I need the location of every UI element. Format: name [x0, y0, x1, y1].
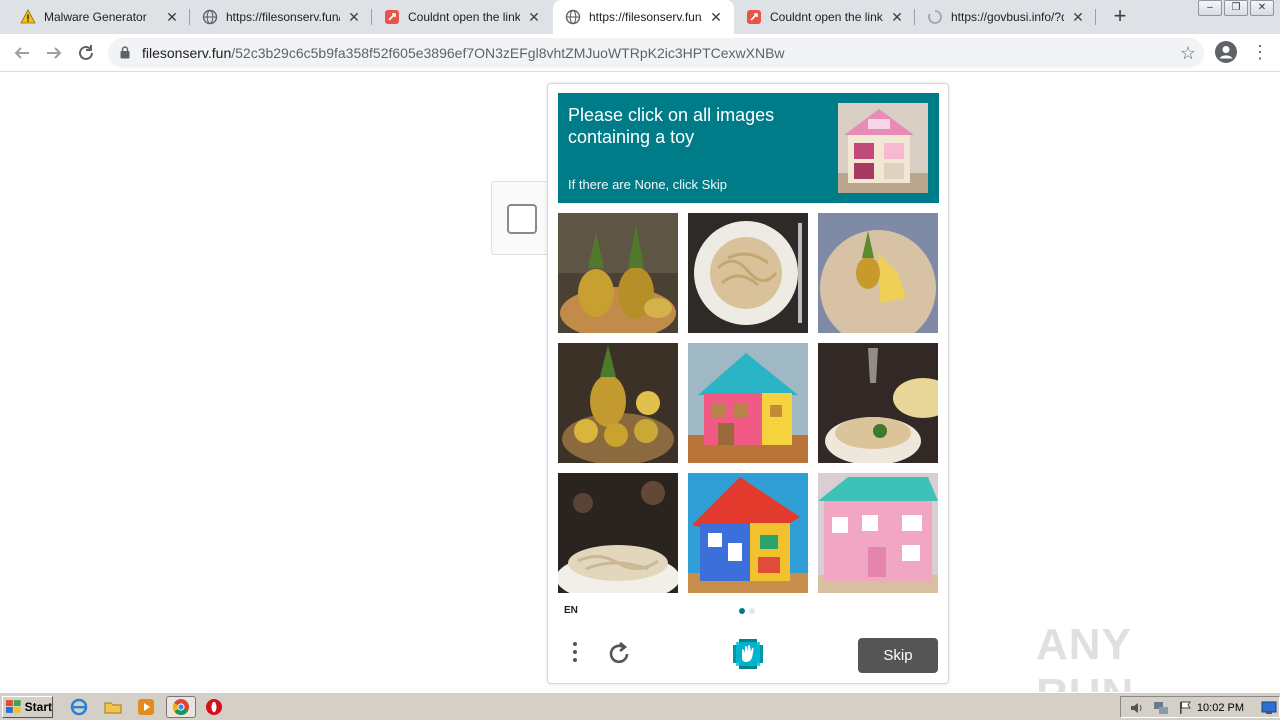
warning-icon	[20, 9, 36, 25]
red-app-icon	[384, 9, 400, 25]
file-explorer-icon[interactable]	[104, 698, 122, 716]
more-options-icon[interactable]	[568, 639, 582, 669]
captcha-checkbox[interactable]	[507, 204, 537, 234]
challenge-image-grid	[558, 213, 940, 595]
restore-button[interactable]: ❐	[1224, 0, 1248, 16]
close-tab-icon[interactable]: ✕	[164, 9, 180, 25]
tab-strip: Malware Generator ✕ https://filesonserv.…	[0, 0, 1280, 34]
close-tab-icon[interactable]: ✕	[346, 9, 362, 25]
action-center-flag-icon[interactable]	[1177, 700, 1193, 716]
close-tab-icon[interactable]: ✕	[526, 9, 542, 25]
close-tab-icon[interactable]: ✕	[708, 9, 724, 25]
tab-title: https://filesonserv.fun/5	[226, 10, 340, 24]
challenge-prompt-text: Please click on all images containing a …	[568, 105, 775, 147]
windows-taskbar: Start 10:02 PM	[0, 692, 1280, 720]
tab-malware-generator[interactable]: Malware Generator ✕	[8, 0, 190, 34]
close-tab-icon[interactable]: ✕	[889, 9, 905, 25]
address-bar[interactable]: filesonserv.fun/52c3b29c6c5b9fa358f52f60…	[108, 38, 1204, 68]
start-button[interactable]: Start	[2, 696, 53, 718]
hcaptcha-logo-icon	[731, 637, 765, 671]
challenge-prompt-banner: Please click on all images containing a …	[558, 93, 939, 203]
tab-couldnt-open-1[interactable]: Couldnt open the link ✕	[372, 0, 552, 34]
challenge-image-1[interactable]	[558, 213, 678, 333]
captcha-challenge-panel: Please click on all images containing a …	[547, 83, 949, 684]
language-selector[interactable]: EN	[564, 605, 578, 616]
browser-menu-icon[interactable]: ⋮	[1251, 43, 1269, 63]
skip-button[interactable]: Skip	[858, 638, 938, 673]
window-controls: – ❐ ✕	[1198, 0, 1274, 16]
start-label: Start	[24, 700, 52, 714]
loading-spinner-icon	[927, 9, 943, 25]
challenge-image-3[interactable]	[818, 213, 938, 333]
challenge-pager	[739, 608, 755, 614]
red-app-icon	[746, 9, 762, 25]
tab-title: Couldnt open the link	[408, 10, 520, 24]
captcha-checkbox-widget	[491, 181, 551, 255]
close-tab-icon[interactable]: ✕	[1070, 9, 1086, 25]
back-arrow-icon	[14, 47, 29, 59]
tab-couldnt-open-2[interactable]: Couldnt open the link ✕	[734, 0, 915, 34]
url-path: /52c3b29c6c5b9fa358f52f605e3896ef7ON3zEF…	[231, 45, 785, 61]
bookmark-star-icon[interactable]: ☆	[1180, 43, 1196, 64]
ie-icon[interactable]	[70, 698, 88, 716]
new-tab-button[interactable]: +	[1108, 5, 1132, 29]
tab-govbusi[interactable]: https://govbusi.info/?dr ✕	[915, 0, 1096, 34]
tab-filesonserv-active[interactable]: https://filesonserv.fun/5 ✕	[553, 0, 734, 34]
reload-button[interactable]	[74, 41, 98, 65]
challenge-image-6[interactable]	[818, 343, 938, 463]
minimize-button[interactable]: –	[1198, 0, 1222, 16]
challenge-image-7[interactable]	[558, 473, 678, 593]
challenge-image-5[interactable]	[688, 343, 808, 463]
network-icon[interactable]	[1153, 700, 1169, 716]
challenge-subtext: If there are None, click Skip	[568, 177, 727, 192]
anyrun-watermark: ANY RUN	[1036, 606, 1236, 719]
profile-avatar-icon[interactable]	[1215, 41, 1237, 63]
page-dot-active	[739, 608, 745, 614]
back-button[interactable]	[10, 41, 34, 65]
refresh-challenge-icon[interactable]	[606, 640, 634, 668]
show-desktop-icon[interactable]	[1261, 701, 1277, 715]
tab-title: Couldnt open the link	[770, 10, 883, 24]
windows-logo-icon	[6, 700, 21, 713]
url-host: filesonserv.fun	[142, 45, 232, 61]
media-player-icon[interactable]	[137, 698, 155, 716]
lock-icon	[120, 46, 130, 59]
globe-icon	[565, 9, 581, 25]
challenge-image-2[interactable]	[688, 213, 808, 333]
tab-filesonserv-1[interactable]: https://filesonserv.fun/5 ✕	[190, 0, 372, 34]
browser-toolbar: filesonserv.fun/52c3b29c6c5b9fa358f52f60…	[0, 34, 1280, 72]
chrome-icon[interactable]	[166, 696, 196, 718]
challenge-image-9[interactable]	[818, 473, 938, 593]
volume-icon[interactable]	[1129, 700, 1145, 716]
reload-icon	[79, 45, 93, 60]
tab-title: Malware Generator	[44, 10, 147, 24]
forward-arrow-icon	[47, 47, 62, 59]
challenge-image-4[interactable]	[558, 343, 678, 463]
forward-button[interactable]	[42, 41, 66, 65]
system-clock: 10:02 PM	[1196, 702, 1244, 714]
opera-icon[interactable]	[205, 698, 223, 716]
tab-title: https://govbusi.info/?dr	[951, 10, 1064, 24]
challenge-image-8[interactable]	[688, 473, 808, 593]
close-window-button[interactable]: ✕	[1250, 0, 1274, 16]
tab-title: https://filesonserv.fun/5	[589, 10, 702, 24]
page-dot	[749, 608, 755, 614]
example-image	[838, 103, 928, 193]
url-text: filesonserv.fun/52c3b29c6c5b9fa358f52f60…	[142, 45, 785, 61]
globe-icon	[202, 9, 218, 25]
